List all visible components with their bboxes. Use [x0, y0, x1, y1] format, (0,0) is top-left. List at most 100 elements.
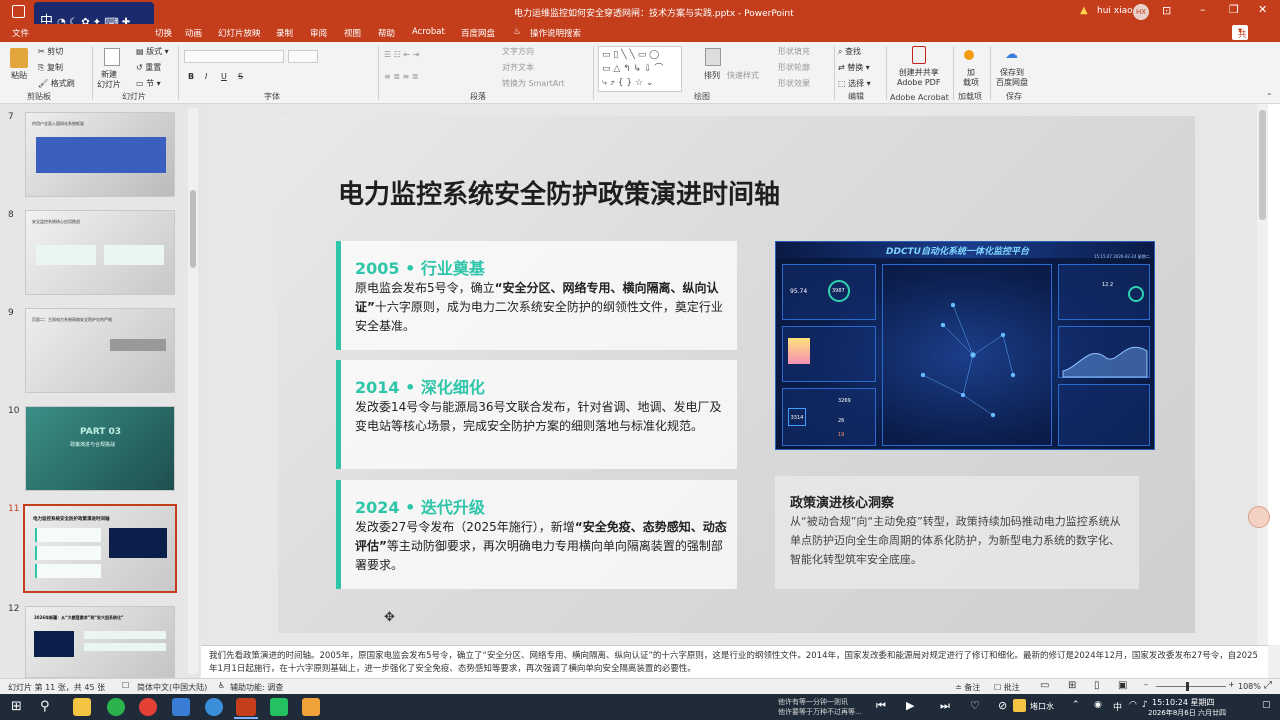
- news-widget-line[interactable]: 他许要等于万种不过再等…: [778, 707, 862, 717]
- editor-scrollbar[interactable]: [1257, 104, 1268, 645]
- format-painter-button[interactable]: 🖌 格式刷: [38, 78, 75, 89]
- collapse-ribbon-icon[interactable]: ⌃: [1266, 92, 1273, 101]
- tab-baidu[interactable]: 百度网盘: [461, 27, 495, 39]
- strikethrough-button[interactable]: S: [238, 72, 243, 81]
- arrange-icon[interactable]: [705, 48, 721, 66]
- italic-button[interactable]: I: [205, 72, 207, 81]
- weather-text[interactable]: 堵口水: [1030, 701, 1054, 712]
- app-icon[interactable]: [172, 698, 190, 716]
- create-pdf-button[interactable]: 创建并共享 Adobe PDF: [897, 68, 940, 88]
- tell-me-search[interactable]: 操作说明搜索: [530, 27, 581, 39]
- shape-effects-button[interactable]: 形状效果: [778, 78, 810, 89]
- slide-canvas[interactable]: 电力监控系统安全防护政策演进时间轴 2005 • 行业奠基 原电监会发布5号令，…: [278, 116, 1195, 633]
- close-icon[interactable]: ✕: [1258, 3, 1267, 16]
- slide-sorter-icon[interactable]: ⊞: [1068, 680, 1076, 691]
- save-baidu-button[interactable]: 保存到 百度网盘: [996, 68, 1028, 88]
- cut-button[interactable]: ✂ 剪切: [38, 46, 63, 57]
- media-play-icon[interactable]: ▶: [906, 699, 914, 712]
- find-button[interactable]: ⌕ 查找: [838, 46, 861, 57]
- wifi-icon[interactable]: ◠: [1129, 700, 1137, 710]
- bold-button[interactable]: B: [188, 72, 194, 81]
- tab-transitions[interactable]: 切换: [155, 27, 172, 39]
- editor-scroll-thumb[interactable]: [1259, 110, 1266, 220]
- bullets-icon[interactable]: ☰ ☷ ⇤ ⇥: [384, 50, 419, 59]
- smartart-button[interactable]: 转换为 SmartArt: [502, 78, 565, 89]
- weather-icon[interactable]: [1013, 699, 1026, 712]
- share-button[interactable]: 共享 ▾: [1232, 25, 1249, 52]
- tab-acrobat[interactable]: Acrobat: [412, 27, 445, 37]
- clock-date[interactable]: 2026年8月6日 六月廿四: [1148, 708, 1226, 718]
- addins-icon[interactable]: [964, 50, 974, 60]
- avatar[interactable]: HX: [1133, 4, 1149, 20]
- media-prev-icon[interactable]: ⏮: [876, 699, 886, 713]
- quick-styles-button[interactable]: 快速样式: [727, 70, 759, 81]
- align-icon[interactable]: ≡ ≣ ≡ ≣: [384, 72, 418, 81]
- align-text-button[interactable]: 对齐文本: [502, 62, 534, 73]
- accessibility-icon[interactable]: ♿: [218, 681, 225, 690]
- dashboard-image[interactable]: DDCTU自动化系统一体化监控平台 15:15:47 2026-02-24 星期…: [775, 241, 1155, 450]
- volume-icon[interactable]: ♪: [1142, 700, 1148, 710]
- slideshow-view-icon[interactable]: ▣: [1118, 680, 1127, 691]
- clock-time[interactable]: 15:10:24 星期四: [1152, 697, 1214, 708]
- paste-button[interactable]: 粘贴: [11, 70, 27, 81]
- tab-view[interactable]: 视图: [344, 27, 361, 39]
- powerpoint-icon[interactable]: [236, 698, 256, 716]
- fit-slide-icon[interactable]: ⤢: [1264, 680, 1272, 691]
- search-icon[interactable]: ⚲: [40, 699, 50, 714]
- tray-app-icon[interactable]: ◉: [1094, 700, 1102, 710]
- timeline-card-2024[interactable]: 2024 • 迭代升级 发改委27号令发布（2025年施行），新增“安全免疫、态…: [336, 480, 737, 589]
- slide-thumbnail-11-selected[interactable]: 电力监控系统安全防护政策演进时间轴: [23, 504, 177, 593]
- timeline-card-2014[interactable]: 2014 • 深化细化 发改委14号令与能源局36号文联合发布，针对省调、地调、…: [336, 360, 737, 469]
- notes-scrollbar[interactable]: [1268, 645, 1280, 678]
- notes-toggle[interactable]: ≐ 备注: [955, 682, 980, 693]
- font-name-box[interactable]: [184, 50, 284, 63]
- font-size-box[interactable]: [288, 50, 318, 63]
- tab-review[interactable]: 审阅: [310, 27, 327, 39]
- ime-lang[interactable]: 中: [1113, 700, 1122, 713]
- app-icon[interactable]: [107, 698, 125, 716]
- proofing-icon[interactable]: ☐: [122, 681, 129, 690]
- tab-animations[interactable]: 动画: [185, 27, 202, 39]
- slide-thumbnail-12[interactable]: 2026年新疆：从“大额登要求”到“安大阻系统化”: [25, 606, 175, 678]
- new-slide-button[interactable]: 新建 幻灯片: [97, 70, 121, 90]
- normal-view-icon[interactable]: ▭: [1040, 680, 1049, 691]
- zoom-slider[interactable]: [1156, 686, 1226, 687]
- save-icon[interactable]: [12, 5, 25, 18]
- section-button[interactable]: ▭ 节 ▾: [136, 78, 161, 89]
- shapes-gallery[interactable]: ▭ ▯ ╲ ╲ ▭ ◯ ▭ △ ↰ ↳ ⇩ ⌒ ⤷ ⤴ { } ☆ ⌄: [598, 46, 682, 92]
- chrome-icon[interactable]: [139, 698, 157, 716]
- timeline-card-2005[interactable]: 2005 • 行业奠基 原电监会发布5号令，确立“安全分区、网络专用、横向隔离、…: [336, 241, 737, 350]
- wechat-icon[interactable]: [270, 698, 288, 716]
- windows-start-icon[interactable]: ⊞: [11, 699, 22, 714]
- ribbon-display-icon[interactable]: ⊡: [1162, 4, 1171, 17]
- notification-icon[interactable]: ▢: [1262, 700, 1271, 710]
- news-widget-line[interactable]: 他许有等一分钟一则讯: [778, 697, 848, 707]
- dislike-icon[interactable]: ⊘: [998, 699, 1007, 712]
- slide-thumbnail-7[interactable]: 供用户全面入国网化系统框架: [25, 112, 175, 197]
- underline-button[interactable]: U: [221, 72, 227, 81]
- minimize-icon[interactable]: –: [1200, 3, 1206, 16]
- tab-file[interactable]: 文件: [12, 27, 29, 39]
- maximize-icon[interactable]: ❐: [1229, 3, 1239, 16]
- app-icon[interactable]: [302, 698, 320, 716]
- baidu-cloud-icon[interactable]: ☁: [1005, 48, 1023, 62]
- slide-title[interactable]: 电力监控系统安全防护政策演进时间轴: [338, 174, 780, 211]
- select-button[interactable]: ⬚ 选择 ▾: [838, 78, 871, 89]
- thumbnail-scrollbar[interactable]: [188, 108, 198, 674]
- tab-help[interactable]: 帮助: [378, 27, 395, 39]
- shape-outline-button[interactable]: 形状轮廓: [778, 62, 810, 73]
- slide-thumbnail-10[interactable]: PART 03 政策演进与合规挑战: [25, 406, 175, 491]
- new-slide-icon[interactable]: [104, 48, 120, 66]
- language-status[interactable]: 简体中文(中国大陆): [137, 682, 207, 693]
- slide-thumbnail-8[interactable]: 安全监控系统核心应用挑战: [25, 210, 175, 295]
- reading-view-icon[interactable]: ▯: [1094, 680, 1100, 691]
- arrange-button[interactable]: 排列: [704, 70, 720, 81]
- app-icon[interactable]: [205, 698, 223, 716]
- reset-button[interactable]: ↺ 重置: [136, 62, 161, 73]
- warning-icon[interactable]: ▲: [1080, 5, 1088, 16]
- speaker-notes[interactable]: 我们先看政策演进的时间轴。2005年，原国家电监会发布5号令，确立了“安全分区、…: [201, 645, 1268, 678]
- file-explorer-icon[interactable]: [73, 698, 91, 716]
- zoom-level[interactable]: 108%: [1238, 682, 1261, 691]
- insight-box[interactable]: 政策演进核心洞察 从“被动合规”向“主动免疫”转型，政策持续加码推动电力监控系统…: [775, 476, 1139, 589]
- zoom-out-icon[interactable]: –: [1144, 680, 1148, 689]
